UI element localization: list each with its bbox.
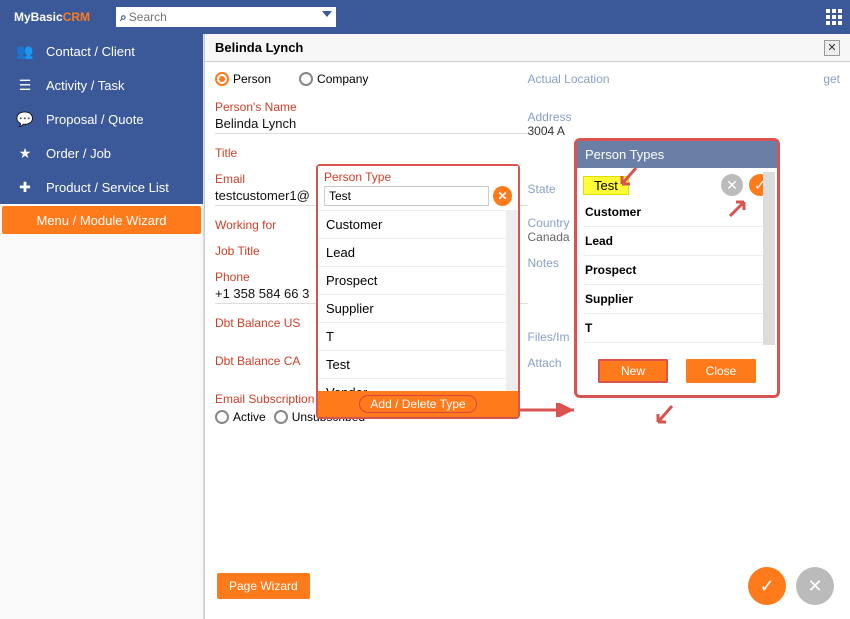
actual-location-label: Actual Location [528,72,610,86]
radio-active[interactable]: Active [215,410,266,424]
menu-module-wizard-button[interactable]: Menu / Module Wizard [2,206,201,234]
person-type-item[interactable]: Lead [318,239,518,267]
person-types-cancel-icon[interactable]: ✕ [721,174,743,196]
cancel-button[interactable]: ✕ [796,567,834,605]
sidebar-item-contact[interactable]: 👥 Contact / Client [0,34,203,68]
person-type-item[interactable]: T [318,323,518,351]
search-input[interactable] [129,10,332,24]
get-link[interactable]: get [823,72,840,86]
person-type-title: Person Type [324,170,512,184]
scrollbar[interactable] [763,172,775,345]
person-type-item[interactable]: Customer [318,211,518,239]
title-label: Title [215,146,528,160]
sidebar-item-product[interactable]: ✚ Product / Service List [0,170,203,204]
list-icon: ☰ [14,77,36,94]
sidebar-item-label: Product / Service List [46,180,169,195]
search-icon: ⌕ [120,10,127,25]
person-types-new-button[interactable]: New [598,359,668,383]
plus-icon: ✚ [14,179,36,196]
person-types-close-button[interactable]: Close [686,359,756,383]
person-types-item[interactable]: Supplier [583,285,771,314]
page-wizard-button[interactable]: Page Wizard [217,573,310,599]
name-value[interactable]: Belinda Lynch [215,116,528,134]
person-types-popup: Person Types Test ✕ ✓ Customer Lead Pros… [574,138,780,398]
person-type-list: Customer Lead Prospect Supplier T Test V… [318,211,518,391]
person-type-item[interactable]: Supplier [318,295,518,323]
sidebar: 👥 Contact / Client ☰ Activity / Task 💬 Prop… [0,34,203,204]
person-types-item[interactable]: Prospect [583,256,771,285]
person-type-popup: Person Type ✕ Customer Lead Prospect Sup… [316,164,520,419]
person-type-item[interactable]: Vendor [318,379,518,391]
address-value[interactable]: 3004 A [528,124,841,138]
name-label: Person's Name [215,100,528,114]
star-icon: ★ [14,145,36,162]
sidebar-item-label: Order / Job [46,146,111,161]
search-dropdown-caret[interactable] [322,11,332,17]
scrollbar[interactable] [506,211,518,391]
radio-person-label: Person [233,72,271,86]
radio-company[interactable]: Company [299,72,368,86]
sidebar-item-label: Proposal / Quote [46,112,144,127]
panel-close-button[interactable]: ✕ [824,40,840,56]
radio-person[interactable]: Person [215,72,271,86]
radio-company-label: Company [317,72,368,86]
person-types-title: Person Types [577,141,777,168]
app-logo: MyBasicCRM [14,8,90,26]
person-types-item[interactable]: T [583,314,771,343]
address-label: Address [528,110,841,124]
panel-title: Belinda Lynch [215,40,303,55]
save-button[interactable]: ✓ [748,567,786,605]
sidebar-item-activity[interactable]: ☰ Activity / Task [0,68,203,102]
person-type-item[interactable]: Test [318,351,518,379]
chat-icon: 💬 [14,111,36,128]
person-types-item[interactable]: Customer [583,198,771,227]
add-delete-type-button[interactable]: Add / Delete Type [318,391,518,417]
sidebar-item-proposal[interactable]: 💬 Proposal / Quote [0,102,203,136]
people-icon: 👥 [14,43,36,60]
sidebar-item-label: Contact / Client [46,44,135,59]
search-box[interactable]: ⌕ [116,7,336,27]
person-types-highlight[interactable]: Test [583,176,629,195]
person-type-item[interactable]: Prospect [318,267,518,295]
person-types-item[interactable]: Lead [583,227,771,256]
person-type-close-button[interactable]: ✕ [493,186,512,206]
sidebar-item-order[interactable]: ★ Order / Job [0,136,203,170]
sidebar-item-label: Activity / Task [46,78,125,93]
apps-grid-icon[interactable] [826,9,842,25]
radio-active-label: Active [233,410,266,424]
person-type-input[interactable] [324,186,489,206]
